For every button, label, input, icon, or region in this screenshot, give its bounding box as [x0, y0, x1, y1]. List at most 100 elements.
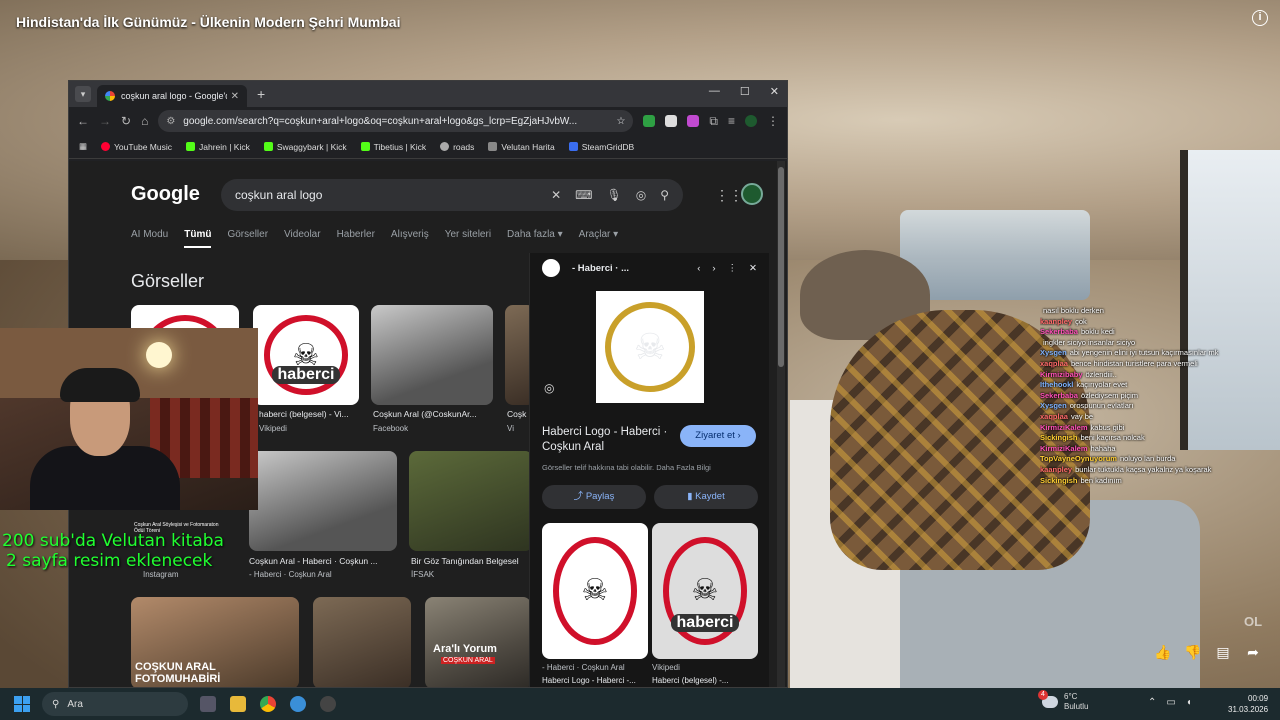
close-window-icon[interactable]: ✕	[770, 85, 779, 98]
search-icon[interactable]: ⚲	[660, 188, 669, 202]
chat-username[interactable]: Sickingish	[1040, 476, 1078, 485]
image-result[interactable]	[313, 597, 411, 687]
minimize-icon[interactable]: —	[709, 85, 720, 98]
tab-shopping[interactable]: Alışveriş	[391, 229, 429, 248]
chat-username[interactable]: TopVayneOynuyorum	[1040, 454, 1117, 463]
forward-icon[interactable]: →	[99, 114, 111, 128]
like-icon[interactable]: 👍	[1154, 644, 1172, 661]
site-info-icon[interactable]: ⚙	[166, 116, 175, 127]
save-button[interactable]: ▮ Kaydet	[654, 485, 758, 509]
dislike-icon[interactable]: 👎	[1184, 644, 1202, 661]
file-explorer-icon[interactable]	[230, 696, 246, 712]
speaker-icon[interactable]: ◖	[1186, 697, 1192, 708]
obs-icon[interactable]	[320, 696, 336, 712]
result-source[interactable]: Instagram	[143, 570, 179, 579]
clear-icon[interactable]: ✕	[551, 188, 561, 202]
taskbar-clock[interactable]: 00:09 31.03.2026	[1228, 693, 1268, 715]
apps-grid-icon[interactable]: ▦	[79, 141, 87, 152]
chat-username[interactable]: xaqplaa	[1040, 359, 1068, 368]
reload-icon[interactable]: ↻	[121, 114, 131, 128]
app-globe-icon[interactable]	[290, 696, 306, 712]
chat-username[interactable]: Xysgen	[1040, 401, 1067, 410]
chat-username[interactable]: KirmiziKalem	[1040, 444, 1088, 453]
chat-username[interactable]: Sekerbaba	[1040, 391, 1078, 400]
reading-list-icon[interactable]: ≡	[728, 114, 735, 128]
tab-all[interactable]: Tümü	[184, 229, 212, 248]
tab-more[interactable]: Daha fazla ▾	[507, 229, 563, 248]
bookmark-item[interactable]: SteamGridDB	[568, 142, 634, 152]
result-caption[interactable]: Bir Göz Tanığından Belgesel	[411, 556, 519, 566]
bookmark-item[interactable]: Jahrein | Kick	[186, 142, 250, 152]
page-scrollbar[interactable]	[777, 161, 785, 687]
result-source[interactable]: İFSAK	[411, 570, 434, 579]
related-caption[interactable]: Haberci (belgesel) -...	[652, 676, 728, 685]
extension-diamond-icon[interactable]	[665, 115, 678, 127]
panel-title[interactable]: Haberci Logo - Haberci · Coşkun Aral	[542, 425, 682, 455]
network-icon[interactable]: ▭	[1166, 697, 1175, 708]
chat-username[interactable]: kaanpley	[1040, 317, 1072, 326]
next-icon[interactable]: ›	[712, 263, 715, 274]
related-image[interactable]: ☠	[542, 523, 648, 659]
chat-username[interactable]: Kirmizibaby	[1040, 370, 1083, 379]
home-icon[interactable]: ⌂	[141, 114, 148, 128]
start-icon[interactable]	[14, 696, 30, 712]
result-source[interactable]: Facebook	[373, 424, 408, 433]
bookmark-item[interactable]: roads	[440, 142, 474, 152]
scroll-thumb[interactable]	[778, 167, 784, 367]
lens-icon[interactable]: ◎	[636, 188, 646, 202]
result-caption[interactable]: Coşkun Aral - Haberci · Coşkun ...	[249, 556, 378, 566]
tab-images[interactable]: Görseller	[227, 229, 268, 248]
profile-avatar[interactable]	[745, 115, 757, 127]
bookmark-item[interactable]: Tibetius | Kick	[360, 142, 426, 152]
chat-username[interactable]: Sickingish	[1040, 433, 1078, 442]
close-panel-icon[interactable]: ✕	[749, 263, 757, 274]
related-source[interactable]: Vikipedi	[652, 663, 680, 672]
prev-icon[interactable]: ‹	[697, 263, 700, 274]
chat-username[interactable]: Ithehookl	[1040, 380, 1073, 389]
tab-search-icon[interactable]: ▾	[75, 86, 91, 102]
tab-tools[interactable]: Araçlar ▾	[579, 229, 618, 248]
search-query[interactable]: coşkun aral logo	[235, 188, 551, 202]
image-result[interactable]: ☠ haberci	[253, 305, 359, 405]
extensions-puzzle-icon[interactable]: ⧉	[709, 114, 718, 129]
chat-username[interactable]: kaanpley	[1040, 465, 1072, 474]
result-caption[interactable]: Coşk	[507, 409, 526, 419]
google-apps-icon[interactable]: ⋮⋮	[715, 187, 743, 204]
result-source[interactable]: Vikipedi	[259, 424, 287, 433]
result-source[interactable]: Vi	[507, 424, 514, 433]
account-avatar[interactable]	[741, 183, 763, 205]
result-source[interactable]: - Haberci · Coşkun Aral	[249, 570, 332, 579]
info-icon[interactable]: i	[1252, 10, 1268, 26]
chat-username[interactable]: Xysgen	[1040, 348, 1067, 357]
tab-news[interactable]: Haberler	[337, 229, 375, 248]
lens-search-icon[interactable]: ◎	[544, 381, 554, 395]
search-box[interactable]: coşkun aral logo ✕ ⌨ 🎙 ◎ ⚲	[221, 179, 683, 211]
related-image[interactable]: ☠ haberci	[652, 523, 758, 659]
share-button[interactable]: ⤴ Paylaş	[542, 485, 646, 509]
address-bar[interactable]: ⚙ google.com/search?q=coşkun+aral+logo&o…	[158, 110, 634, 132]
microphone-icon[interactable]: 🎙	[606, 188, 621, 202]
image-result[interactable]: COŞKUN ARAL FOTOMUHABİRİ	[131, 597, 299, 687]
bookmark-star-icon[interactable]: ☆	[616, 116, 625, 127]
new-tab-icon[interactable]: +	[257, 86, 265, 102]
image-result[interactable]	[371, 305, 493, 405]
visit-button[interactable]: Ziyaret et ›	[680, 425, 756, 447]
panel-source-title[interactable]: - Haberci · ...	[572, 263, 685, 274]
chevron-up-icon[interactable]: ⌃	[1148, 697, 1156, 708]
tab-places[interactable]: Yer siteleri	[445, 229, 491, 248]
taskbar-search[interactable]: ⚲ Ara	[42, 692, 188, 716]
image-result[interactable]	[409, 451, 533, 551]
related-caption[interactable]: Haberci Logo - Haberci -...	[542, 676, 636, 685]
keyboard-icon[interactable]: ⌨	[575, 188, 592, 202]
tab-close-icon[interactable]: ✕	[231, 91, 239, 102]
image-result[interactable]: Ara'lı Yorum COŞKUN ARAL	[425, 597, 531, 687]
chat-username[interactable]: xaqplaa	[1040, 412, 1068, 421]
chat-username[interactable]: Sekerbaba	[1040, 327, 1078, 336]
bookmark-item[interactable]: Swaggybark | Kick	[263, 142, 347, 152]
bookmark-item[interactable]: Velutan Harita	[488, 142, 555, 152]
extension-shield-icon[interactable]	[643, 115, 656, 127]
chrome-icon[interactable]	[260, 696, 276, 712]
preview-image[interactable]: ☠	[596, 291, 704, 403]
bookmark-item[interactable]: YouTube Music	[101, 142, 172, 152]
share-video-icon[interactable]: ➦	[1244, 644, 1262, 661]
